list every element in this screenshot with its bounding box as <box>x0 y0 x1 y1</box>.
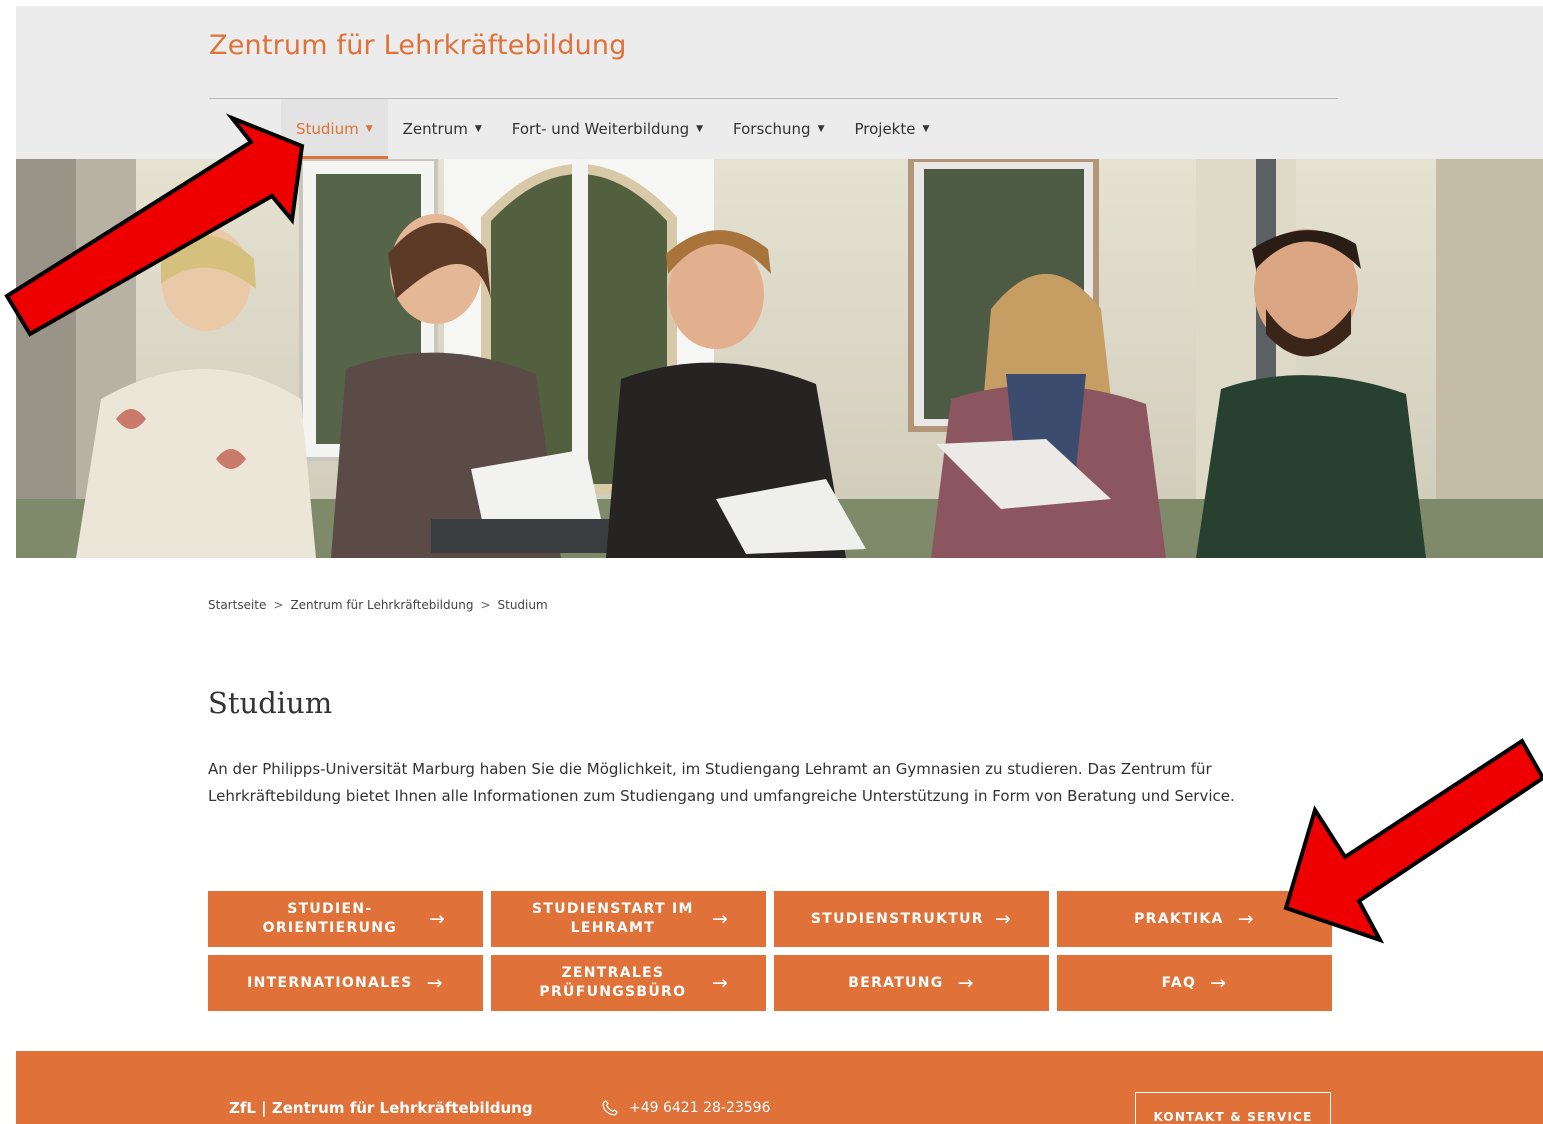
tile-label: BERATUNG <box>848 974 944 991</box>
footer-phone[interactable]: +49 6421 28-23596 <box>601 1099 770 1117</box>
nav-item-projekte[interactable]: Projekte ▼ <box>839 99 944 159</box>
nav-item-fort-und-weiterbildung[interactable]: Fort- und Weiterbildung ▼ <box>497 99 718 159</box>
tile-label: ZENTRALES PRÜFUNGSBÜRO <box>539 965 687 1000</box>
arrow-right-icon: → <box>711 907 730 930</box>
tile-label: STUDIENSTRUKTUR <box>810 910 984 927</box>
arrow-right-icon: → <box>711 971 730 994</box>
nav-item-label: Zentrum <box>402 120 468 138</box>
tile-label: INTERNATIONALES <box>247 974 413 991</box>
arrow-right-icon: → <box>428 907 447 930</box>
nav-item-zentrum[interactable]: Zentrum ▼ <box>388 99 497 159</box>
nav-home[interactable] <box>209 99 281 159</box>
tile-label: FAQ <box>1161 974 1197 991</box>
phone-icon <box>602 1100 618 1116</box>
arrow-right-icon: → <box>994 907 1013 930</box>
footer-org-name: ZfL | Zentrum für Lehrkräftebildung <box>229 1099 533 1117</box>
tile-beratung[interactable]: BERATUNG → <box>774 955 1049 1011</box>
site-footer: ZfL | Zentrum für Lehrkräftebildung +49 … <box>16 1051 1543 1124</box>
contact-service-button[interactable]: KONTAKT & SERVICE <box>1135 1092 1331 1124</box>
tile-label: PRAKTIKA <box>1134 910 1224 927</box>
tile-studienstart-im-lehramt[interactable]: STUDIENSTART IM LEHRAMT → <box>491 891 766 947</box>
tile-label: STUDIEN-ORIENTIERUNG <box>262 901 398 936</box>
studium-tile-grid: STUDIEN-ORIENTIERUNG → STUDIENSTART IM L… <box>208 891 1332 1011</box>
footer-phone-number: +49 6421 28-23596 <box>629 1100 771 1116</box>
tile-label: STUDIENSTART IM LEHRAMT <box>532 901 694 936</box>
students-photo-illustration <box>16 159 1543 558</box>
arrow-right-icon: → <box>1237 907 1255 930</box>
intro-text: An der Philipps-Universität Marburg habe… <box>208 760 1235 805</box>
caret-down-icon: ▼ <box>696 124 704 134</box>
caret-down-icon: ▼ <box>365 124 373 134</box>
nav-item-forschung[interactable]: Forschung ▼ <box>718 99 839 159</box>
tile-zentrales-pruefungsbuero[interactable]: ZENTRALES PRÜFUNGSBÜRO → <box>491 955 766 1011</box>
tile-studienstruktur[interactable]: STUDIENSTRUKTUR → <box>774 891 1049 947</box>
breadcrumb-separator: > <box>480 598 491 612</box>
nav-item-label: Forschung <box>733 120 811 138</box>
caret-down-icon: ▼ <box>817 124 825 134</box>
caret-down-icon: ▼ <box>474 124 482 134</box>
caret-down-icon: ▼ <box>922 124 930 134</box>
page-title: Studium <box>208 686 333 720</box>
breadcrumb-startseite[interactable]: Startseite <box>208 598 266 612</box>
tile-studienorientierung[interactable]: STUDIEN-ORIENTIERUNG → <box>208 891 483 947</box>
breadcrumb: Startseite > Zentrum für Lehrkräftebildung… <box>208 598 548 612</box>
breadcrumb-separator: > <box>273 598 284 612</box>
tile-faq[interactable]: FAQ → <box>1057 955 1332 1011</box>
main-nav: Studium ▼ Zentrum ▼ Fort- und Weiterbild… <box>209 99 944 159</box>
hero-photo <box>16 159 1543 558</box>
site-title[interactable]: Zentrum für Lehrkräftebildung <box>209 30 627 61</box>
nav-item-label: Studium <box>296 120 359 138</box>
breadcrumb-current: Studium <box>497 598 548 612</box>
arrow-right-icon: → <box>957 971 975 994</box>
arrow-right-icon: → <box>1210 971 1228 994</box>
tile-internationales[interactable]: INTERNATIONALES → <box>208 955 483 1011</box>
nav-item-label: Projekte <box>854 120 916 138</box>
site-header: Zentrum für Lehrkräftebildung Studium ▼ … <box>16 6 1543 159</box>
arrow-right-icon: → <box>426 971 444 994</box>
breadcrumb-zentrum[interactable]: Zentrum für Lehrkräftebildung <box>290 598 473 612</box>
nav-item-studium[interactable]: Studium ▼ <box>281 99 388 159</box>
nav-item-label: Fort- und Weiterbildung <box>511 120 690 138</box>
tile-praktika[interactable]: PRAKTIKA → <box>1057 891 1332 947</box>
